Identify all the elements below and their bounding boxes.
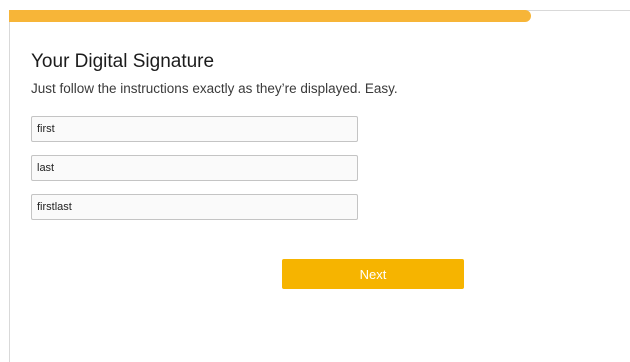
last-name-field[interactable]: [31, 155, 358, 181]
page-title: Your Digital Signature: [31, 51, 215, 72]
page-frame: Your Digital Signature Just follow the i…: [0, 0, 630, 362]
next-button[interactable]: Next: [282, 259, 464, 289]
progress-bar-fill: [9, 10, 531, 22]
first-name-field[interactable]: [31, 116, 358, 142]
progress-bar: [9, 10, 630, 22]
signature-field[interactable]: [31, 194, 358, 220]
instructions-text: Just follow the instructions exactly as …: [31, 81, 398, 96]
signature-form: Your Digital Signature Just follow the i…: [10, 22, 630, 362]
